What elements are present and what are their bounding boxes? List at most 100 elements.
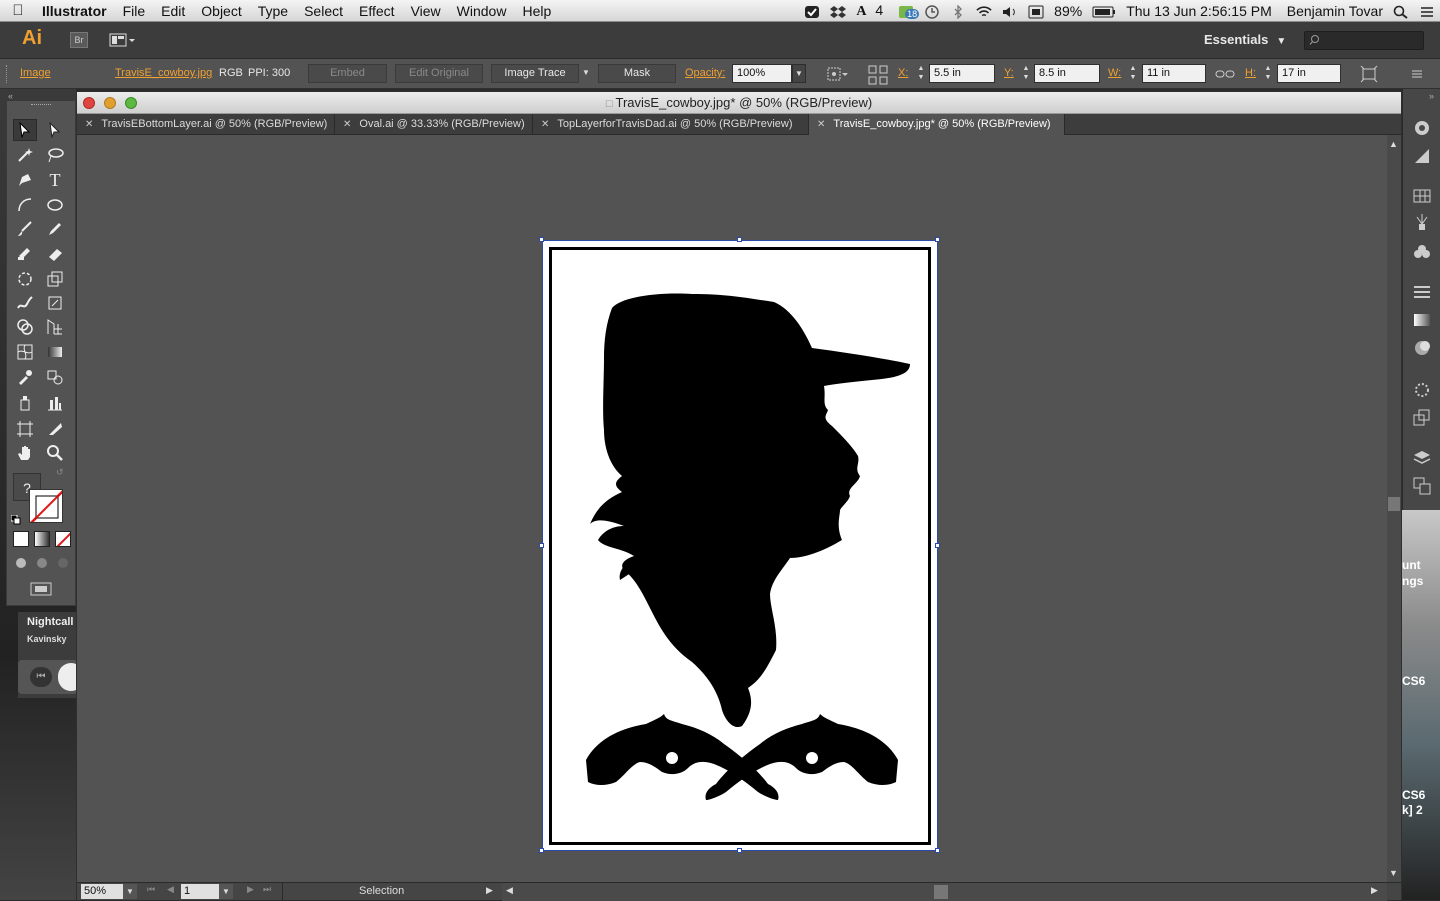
calendar-icon[interactable] [1023, 3, 1049, 19]
apple-menu-icon[interactable]:  [0, 2, 36, 19]
hand-tool-icon[interactable] [13, 442, 37, 464]
x-input[interactable]: 5.5 in [929, 64, 995, 83]
menu-edit[interactable]: Edit [153, 0, 193, 22]
zoom-window-icon[interactable] [125, 97, 137, 109]
blob-brush-tool-icon[interactable] [13, 242, 37, 264]
warp-tool-icon[interactable] [13, 292, 37, 314]
expand-panels-icon[interactable]: » [1429, 91, 1434, 101]
y-input[interactable]: 8.5 in [1034, 64, 1100, 83]
battery-icon[interactable] [1087, 3, 1121, 19]
scroll-left-arrow-icon[interactable]: ◀ [506, 885, 513, 896]
menu-type[interactable]: Type [250, 0, 296, 22]
last-artboard-icon[interactable]: ⏭ [263, 884, 271, 895]
none-mode-button[interactable] [55, 531, 71, 547]
draw-inside-icon[interactable] [55, 556, 71, 570]
w-stepper[interactable]: ▲ ▼ [1128, 64, 1138, 83]
w-input[interactable]: 11 in [1142, 64, 1206, 83]
graphic-styles-icon[interactable] [1413, 409, 1431, 427]
draw-behind-icon[interactable] [34, 556, 50, 570]
previous-track-icon[interactable]: ⏮ [30, 667, 52, 687]
resize-handle-ne[interactable] [935, 237, 940, 242]
tab-travise-bottom-layer[interactable]: ✕ TravisEBottomLayer.ai @ 50% (RGB/Previe… [77, 114, 335, 135]
free-transform-tool-icon[interactable] [43, 292, 67, 314]
gradient-tool-icon[interactable] [43, 341, 67, 363]
bluetooth-icon[interactable] [945, 3, 971, 20]
type-tool-icon[interactable]: T [43, 169, 67, 191]
align-grid-icon[interactable] [868, 65, 888, 85]
notification-center-icon[interactable] [1414, 3, 1440, 19]
default-fill-stroke-icon[interactable] [10, 512, 21, 525]
embed-button[interactable]: Embed [308, 64, 387, 83]
battery-percent[interactable]: 89% [1049, 3, 1087, 19]
edit-original-button[interactable]: Edit Original [395, 64, 483, 83]
status-menu-arrow-icon[interactable]: ▶ [486, 885, 493, 896]
rotate-tool-icon[interactable] [13, 268, 37, 290]
volume-icon[interactable] [997, 3, 1023, 19]
object-type-label[interactable]: Image [20, 67, 51, 79]
arrange-documents-icon[interactable] [108, 31, 136, 49]
horizontal-scrollbar[interactable]: ◀ ▶ [502, 883, 1387, 901]
time-machine-icon[interactable] [919, 3, 945, 19]
canvas-area[interactable] [77, 135, 1387, 882]
resize-handle-sw[interactable] [539, 848, 544, 853]
constrain-proportions-icon[interactable] [1215, 65, 1235, 83]
opacity-label[interactable]: Opacity: [685, 67, 725, 79]
artboard-number-input[interactable]: 1 [181, 884, 219, 899]
badge-app-icon[interactable]: 18 [893, 3, 920, 19]
mesh-tool-icon[interactable] [13, 341, 37, 363]
y-stepper[interactable]: ▲ ▼ [1021, 64, 1031, 83]
help-search-input[interactable] [1304, 31, 1424, 50]
resize-handle-s[interactable] [737, 848, 742, 853]
dropbox-icon[interactable] [825, 3, 851, 19]
first-artboard-icon[interactable]: ⏮ [147, 884, 155, 895]
stroke-panel-icon[interactable] [1413, 283, 1431, 301]
panel-menu-icon[interactable] [1408, 65, 1426, 83]
scroll-right-arrow-icon[interactable]: ▶ [1371, 885, 1378, 896]
tab-oval[interactable]: ✕ Oval.ai @ 33.33% (RGB/Preview) [335, 114, 533, 135]
workspace-switcher[interactable]: Essentials ▼ [1204, 32, 1286, 47]
column-graph-tool-icon[interactable] [43, 392, 67, 414]
wifi-icon[interactable] [971, 3, 997, 19]
selection-tool-icon[interactable] [13, 119, 37, 141]
resize-handle-n[interactable] [737, 237, 742, 242]
menu-file[interactable]: File [115, 0, 154, 22]
desktop-label-3[interactable]: CS6 [1402, 674, 1425, 688]
adobe-updates-icon[interactable]: A 4 [851, 2, 893, 20]
direct-selection-tool-icon[interactable] [43, 119, 67, 141]
horizontal-scroll-thumb[interactable] [934, 885, 948, 899]
toolbox-grip[interactable] [31, 104, 51, 106]
menu-view[interactable]: View [403, 0, 449, 22]
h-label[interactable]: H: [1245, 67, 1256, 79]
menu-object[interactable]: Object [193, 0, 249, 22]
panel-grip[interactable] [6, 65, 9, 83]
desktop-label-5[interactable]: k] 2 [1402, 803, 1423, 817]
menu-window[interactable]: Window [449, 0, 515, 22]
close-tab-icon[interactable]: ✕ [817, 119, 825, 130]
swatches-icon[interactable] [1413, 187, 1431, 205]
resize-handle-e[interactable] [935, 543, 940, 548]
app-menu[interactable]: Illustrator [36, 0, 115, 22]
blend-tool-icon[interactable] [43, 366, 67, 388]
tab-top-layer-travis-dad[interactable]: ✕ TopLayerforTravisDad.ai @ 50% (RGB/Prev… [533, 114, 809, 135]
zoom-tool-icon[interactable] [43, 442, 67, 464]
draw-normal-icon[interactable] [13, 556, 29, 570]
symbol-sprayer-tool-icon[interactable] [13, 392, 37, 414]
scroll-down-arrow-icon[interactable]: ▼ [1389, 868, 1398, 878]
menu-help[interactable]: Help [514, 0, 559, 22]
color-guide-icon[interactable] [1413, 119, 1431, 137]
minimize-window-icon[interactable] [104, 97, 116, 109]
x-stepper[interactable]: ▲ ▼ [916, 64, 926, 83]
clock[interactable]: Thu 13 Jun 2:56:15 PM [1121, 3, 1277, 19]
previous-artboard-icon[interactable]: ◀ [167, 884, 174, 895]
paintbrush-tool-icon[interactable] [13, 218, 37, 240]
close-tab-icon[interactable]: ✕ [343, 119, 351, 130]
artboards-panel-icon[interactable] [1413, 477, 1431, 495]
pencil-tool-icon[interactable] [43, 218, 67, 240]
opacity-dropdown-icon[interactable]: ▼ [792, 64, 806, 83]
menu-effect[interactable]: Effect [351, 0, 403, 22]
user-name[interactable]: Benjamin Tovar [1277, 3, 1388, 19]
h-input[interactable]: 17 in [1277, 64, 1341, 83]
close-tab-icon[interactable]: ✕ [541, 119, 549, 130]
ellipse-tool-icon[interactable] [43, 194, 67, 216]
menu-select[interactable]: Select [296, 0, 351, 22]
